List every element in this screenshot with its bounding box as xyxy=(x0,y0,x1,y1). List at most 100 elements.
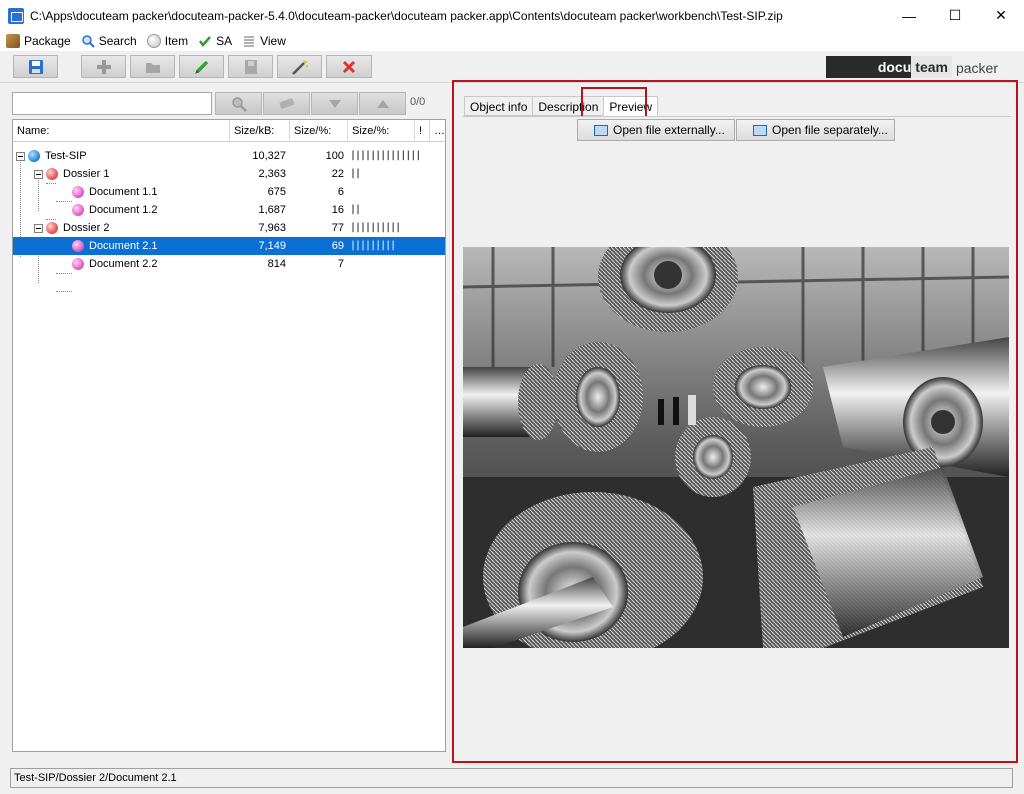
row-size-bar: || xyxy=(350,168,361,179)
save-icon xyxy=(28,59,43,74)
close-button[interactable]: ✕ xyxy=(978,0,1024,31)
tree-row-dossier-1[interactable]: Dossier 1 2,363 22 || xyxy=(13,165,445,183)
app-icon xyxy=(8,7,24,24)
window-title: C:\Apps\docuteam packer\docuteam-packer-… xyxy=(30,8,783,23)
turbine-photo xyxy=(463,247,1009,648)
row-name: Dossier 1 xyxy=(63,168,110,180)
row-name: Test-SIP xyxy=(45,150,87,162)
row-size-pct: 77 xyxy=(331,222,344,234)
menu-item[interactable]: Item xyxy=(146,31,188,51)
eraser-icon xyxy=(279,97,294,109)
menu-search[interactable]: Search xyxy=(81,31,137,51)
add-icon xyxy=(96,59,111,74)
column-size-pct[interactable]: Size/%: xyxy=(290,120,348,142)
search-icon xyxy=(81,34,95,48)
column-more[interactable]: … xyxy=(430,120,445,142)
next-result-button[interactable] xyxy=(311,92,358,115)
row-size-bar xyxy=(350,183,414,201)
search-row: 0/0 xyxy=(12,92,449,115)
previous-result-button[interactable] xyxy=(359,92,406,115)
search-button[interactable] xyxy=(215,92,262,115)
row-size-bar: |||||||||| xyxy=(350,222,401,233)
column-size-bar[interactable]: Size/%: xyxy=(348,120,415,142)
tree-row-test-sip[interactable]: Test-SIP 10,327 100 |||||||||||||| xyxy=(13,147,445,165)
menu-package[interactable]: Package xyxy=(6,31,71,51)
export-button[interactable] xyxy=(228,55,273,78)
left-panel: 0/0 Name: Size/kB: Size/%: Size/%: ! … T… xyxy=(8,88,449,760)
row-name: Dossier 2 xyxy=(63,222,110,234)
column-warning[interactable]: ! xyxy=(415,120,430,142)
tab-object-info[interactable]: Object info xyxy=(464,96,534,116)
row-size-kb: 7,149 xyxy=(258,240,286,252)
docuteam-logo: docu team packer xyxy=(826,56,998,78)
maximize-button[interactable]: ☐ xyxy=(932,0,978,31)
logo-packer: packer xyxy=(955,60,998,76)
edit-icon xyxy=(194,60,208,74)
column-size-kb[interactable]: Size/kB: xyxy=(230,120,290,142)
tree-row-document-1-2[interactable]: Document 1.2 1,687 16 || xyxy=(13,201,445,219)
document-icon xyxy=(72,258,84,270)
row-size-kb: 7,963 xyxy=(258,222,286,234)
search-result-counter: 0/0 xyxy=(410,96,426,108)
search-input[interactable] xyxy=(12,92,212,115)
tree-row-document-2-2[interactable]: Document 2.2 814 7 xyxy=(13,255,445,273)
delete-button[interactable] xyxy=(326,55,372,78)
sip-icon xyxy=(28,150,40,162)
checkmark-icon xyxy=(198,34,212,48)
row-size-kb: 2,363 xyxy=(258,168,286,180)
package-icon xyxy=(6,34,20,48)
tree-row-document-1-1[interactable]: Document 1.1 675 6 xyxy=(13,183,445,201)
menu-sa[interactable]: SA xyxy=(198,31,232,51)
collapse-toggle[interactable] xyxy=(34,223,43,233)
arrow-down-icon xyxy=(328,99,341,108)
row-size-bar: |||||||||||||| xyxy=(350,150,421,161)
row-name: Document 1.1 xyxy=(89,186,158,198)
add-button[interactable] xyxy=(81,55,126,78)
dossier-icon xyxy=(46,168,58,180)
clear-search-button[interactable] xyxy=(263,92,310,115)
menu-view[interactable]: View xyxy=(242,31,286,51)
delete-icon xyxy=(342,60,356,73)
toolbar: docu team packer xyxy=(0,51,1024,83)
row-size-pct: 6 xyxy=(337,186,344,198)
magic-wand-button[interactable] xyxy=(277,55,322,78)
row-size-kb: 814 xyxy=(267,258,286,270)
search-icon xyxy=(231,96,247,112)
collapse-toggle[interactable] xyxy=(34,169,43,179)
new-folder-button[interactable] xyxy=(130,55,175,78)
collapse-toggle[interactable] xyxy=(16,151,25,161)
row-size-pct: 22 xyxy=(331,168,344,180)
logo-docu: docu xyxy=(826,56,912,78)
row-size-pct: 16 xyxy=(331,204,344,216)
document-icon xyxy=(72,186,84,198)
row-size-pct: 69 xyxy=(331,240,344,252)
tree-row-dossier-2[interactable]: Dossier 2 7,963 77 |||||||||| xyxy=(13,219,445,237)
minimize-button[interactable]: — xyxy=(886,0,932,31)
open-separately-button[interactable]: Open file separately... xyxy=(736,119,895,141)
tree-header: Name: Size/kB: Size/%: Size/%: ! … xyxy=(13,120,445,142)
tree-row-document-2-1[interactable]: Document 2.1 7,149 69 ||||||||| xyxy=(13,237,445,255)
status-bar: Test-SIP/Dossier 2/Document 2.1 xyxy=(10,768,1013,788)
edit-button[interactable] xyxy=(179,55,224,78)
tree-table[interactable]: Name: Size/kB: Size/%: Size/%: ! … Test-… xyxy=(12,119,446,752)
row-size-bar xyxy=(350,255,414,273)
save-button[interactable] xyxy=(13,55,58,78)
row-size-bar: || xyxy=(350,204,361,215)
column-name[interactable]: Name: xyxy=(13,120,230,142)
row-size-kb: 675 xyxy=(267,186,286,198)
document-icon xyxy=(72,240,84,252)
details-panel: Object info Description Preview Open fil… xyxy=(452,80,1018,763)
row-size-pct: 100 xyxy=(325,150,344,162)
monitor-icon xyxy=(594,124,608,136)
preview-image xyxy=(463,247,1009,648)
document-icon xyxy=(72,204,84,216)
open-externally-button[interactable]: Open file externally... xyxy=(577,119,735,141)
row-size-kb: 1,687 xyxy=(258,204,286,216)
row-size-pct: 7 xyxy=(337,258,344,270)
folder-icon xyxy=(145,62,160,73)
preview-panel: Open file externally... Open file separa… xyxy=(463,116,1011,754)
list-icon xyxy=(242,34,256,48)
dossier-icon xyxy=(46,222,58,234)
item-icon xyxy=(146,34,161,48)
arrow-up-icon xyxy=(376,99,389,108)
